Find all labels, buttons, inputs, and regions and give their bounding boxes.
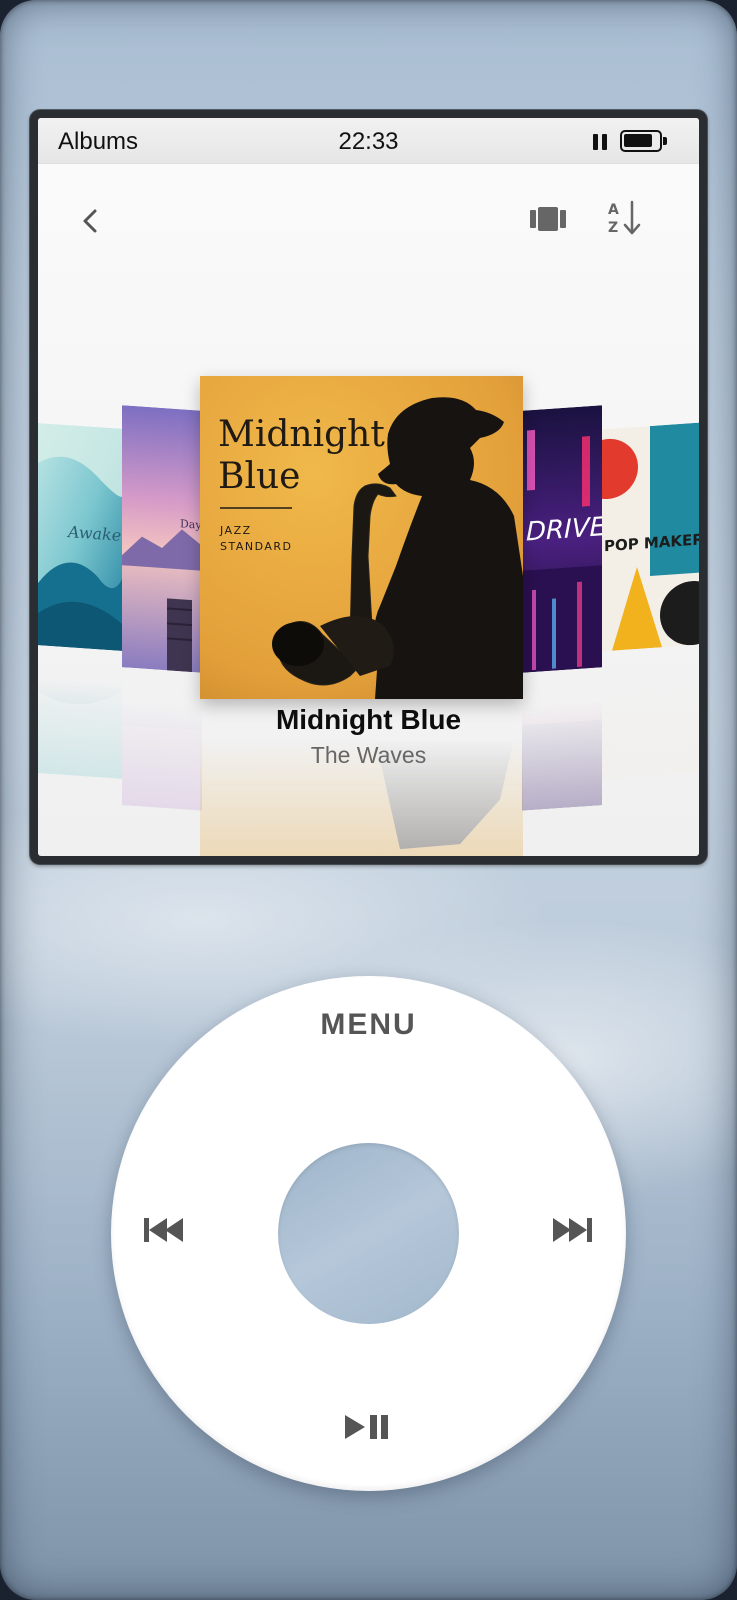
- album-cover-midnight-blue[interactable]: Midnight Blue JAZZ STANDARD: [200, 376, 523, 699]
- status-bar: Albums 22:33: [38, 118, 699, 164]
- main-cover-title-line1: Midnight: [218, 414, 385, 455]
- sort-button[interactable]: A Z: [606, 198, 646, 238]
- battery-icon: [620, 130, 667, 152]
- album-cover-awake[interactable]: Awake: [38, 423, 122, 651]
- ipod-device: Albums 22:33 A Z Awake Daybreak DRIVE PO…: [0, 0, 737, 1600]
- main-cover-genre-line1: JAZZ: [219, 524, 252, 537]
- play-pause-button[interactable]: [343, 1413, 393, 1441]
- click-wheel[interactable]: MENU: [111, 976, 626, 1491]
- previous-track-icon: [144, 1218, 183, 1242]
- awake-title: Awake: [66, 522, 121, 545]
- svg-text:Z: Z: [608, 220, 618, 236]
- main-cover-title-line2: Blue: [218, 456, 300, 497]
- album-cover-pop-maker[interactable]: POP MAKER: [602, 422, 699, 652]
- now-showing-album: Midnight Blue: [275, 704, 462, 735]
- play-pause-icon: [345, 1415, 388, 1439]
- daybreak-reflection: [122, 665, 202, 811]
- coverflow-view-button[interactable]: [530, 204, 566, 234]
- svg-text:A: A: [608, 202, 619, 218]
- chevron-left-icon: [83, 209, 97, 233]
- next-track-button[interactable]: [545, 1217, 593, 1243]
- screen-bezel: Albums 22:33 A Z Awake Daybreak DRIVE PO…: [30, 110, 707, 864]
- previous-track-button[interactable]: [143, 1217, 191, 1243]
- album-cover-drive[interactable]: DRIVE: [522, 405, 602, 673]
- battery-level: [624, 134, 652, 147]
- drive-reflection: [522, 665, 602, 811]
- center-select-button[interactable]: [278, 1143, 459, 1324]
- back-button[interactable]: [76, 206, 106, 236]
- now-showing-artist: The Waves: [310, 742, 427, 768]
- cover-flow[interactable]: Awake Daybreak DRIVE POP MAKER Midnight …: [38, 258, 699, 856]
- screen: Albums 22:33 A Z Awake Daybreak DRIVE PO…: [38, 118, 699, 856]
- sort-az-icon: A Z: [608, 200, 641, 236]
- drive-title: DRIVE: [526, 512, 602, 548]
- next-track-icon: [553, 1218, 592, 1242]
- main-cover-genre-line2: STANDARD: [220, 540, 293, 553]
- menu-button[interactable]: MENU: [111, 1008, 626, 1042]
- pause-icon: [593, 134, 607, 150]
- album-cover-daybreak[interactable]: Daybreak: [122, 405, 202, 673]
- coverflow-view-icon: [530, 207, 566, 231]
